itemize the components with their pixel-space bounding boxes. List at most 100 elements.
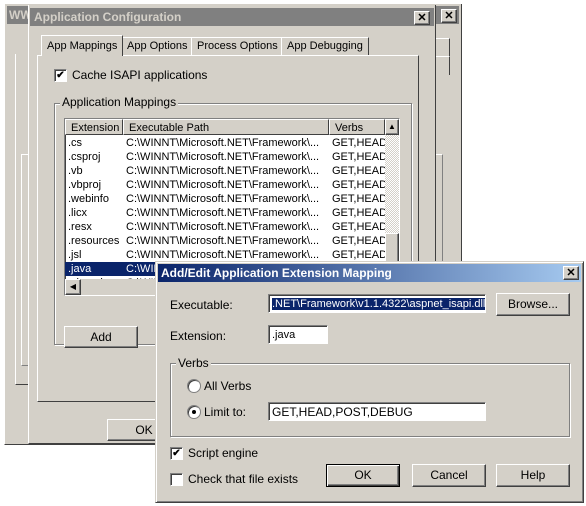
path-cell: C:\WINNT\Microsoft.NET\Framework\... — [126, 207, 320, 219]
tab-label: App Mappings — [47, 40, 118, 52]
verbs-cell: GET,HEAD — [332, 221, 388, 233]
verbs-cell: GET,HEAD — [332, 193, 388, 205]
executable-input[interactable]: .NET\Framework\v1.1.4322\aspnet_isapi.dl… — [268, 294, 486, 313]
tab-app-options[interactable]: App Options — [121, 37, 194, 55]
path-cell: C:\WINNT\Microsoft.NET\Framework\... — [126, 137, 320, 149]
verbs-cell: GET,HEAD — [332, 235, 388, 247]
verbs-group-label: Verbs — [176, 356, 211, 370]
path-cell: C:\WINNT\Microsoft.NET\Framework\... — [126, 235, 320, 247]
extension-mapping-titlebar: Add/Edit Application Extension Mapping — [158, 264, 581, 282]
mappings-rows: .cs C:\WINNT\Microsoft.NET\Framework\... G… — [65, 136, 399, 289]
list-item[interactable]: .vbproj C:\WINNT\Microsoft.NET\Framework\… — [65, 178, 399, 192]
cache-isapi-label: Cache ISAPI applications — [72, 68, 208, 82]
column-header-extension[interactable]: Extension — [65, 119, 123, 135]
list-item[interactable]: .vb C:\WINNT\Microsoft.NET\Framework\... G… — [65, 164, 399, 178]
verbs-cell: GET,HEAD — [332, 165, 388, 177]
extension-cell: .java — [68, 263, 92, 275]
limit-to-label: Limit to: — [204, 405, 247, 419]
verbs-cell: GET,HEAD — [332, 249, 388, 261]
app-config-title: Application Configuration — [34, 10, 182, 24]
verbs-cell: GET,HEAD — [332, 207, 388, 219]
tab-label: App Options — [127, 40, 188, 52]
checkmark-icon: ✔ — [172, 448, 181, 459]
app-config-close-button[interactable]: ✕ — [414, 11, 430, 25]
limit-to-value: GET,HEAD,POST,DEBUG — [272, 405, 413, 419]
limit-to-radio[interactable] — [187, 405, 201, 419]
background-window-close-button[interactable]: ✕ — [441, 9, 457, 23]
background-window-tab-edge — [435, 56, 450, 75]
executable-value: .NET\Framework\v1.1.4322\aspnet_isapi.dl… — [272, 298, 486, 310]
path-cell: C:\WINNT\Microsoft.NET\Framework\... — [126, 193, 320, 205]
extension-mapping-close-button[interactable]: ✕ — [563, 266, 579, 280]
radio-selected-dot — [192, 410, 196, 414]
browse-button-label: Browse... — [507, 297, 558, 311]
extension-input[interactable]: .java — [268, 325, 328, 344]
add-button-label: Add — [90, 330, 112, 344]
extension-cell: .resx — [68, 221, 92, 233]
extension-cell: .cs — [68, 137, 83, 149]
checkmark-icon: ✔ — [56, 70, 65, 81]
tab-process-options[interactable]: Process Options — [191, 37, 284, 55]
tab-label: App Debugging — [287, 40, 363, 52]
help-button-label: Help — [520, 468, 546, 482]
cancel-button-label: Cancel — [430, 468, 468, 482]
scroll-left-button[interactable]: ◀ — [65, 279, 81, 295]
extension-cell: .vb — [68, 165, 83, 177]
application-mappings-group-label: Application Mappings — [60, 95, 179, 109]
column-header-path[interactable]: Executable Path — [123, 119, 329, 135]
app-config-titlebar: Application Configuration — [30, 8, 434, 26]
column-header-verbs[interactable]: Verbs — [329, 119, 385, 135]
list-item[interactable]: .licx C:\WINNT\Microsoft.NET\Framework\..… — [65, 206, 399, 220]
close-icon: ✕ — [566, 267, 576, 279]
all-verbs-radio[interactable] — [187, 379, 201, 393]
verbs-cell: GET,HEAD — [332, 151, 388, 163]
script-engine-checkbox[interactable]: ✔ — [170, 447, 183, 460]
all-verbs-label: All Verbs — [204, 379, 252, 393]
executable-label: Executable: — [170, 298, 233, 312]
verbs-cell: GET,HEAD — [332, 137, 388, 149]
tab-app-mappings[interactable]: App Mappings — [41, 35, 124, 56]
extension-cell: .licx — [68, 207, 87, 219]
close-icon: ✕ — [417, 12, 427, 24]
extension-mapping-dialog: Add/Edit Application Extension Mapping ✕… — [155, 261, 584, 503]
list-item[interactable]: .resources C:\WINNT\Microsoft.NET\Framewo… — [65, 234, 399, 248]
scroll-up-button[interactable]: ▲ — [385, 119, 399, 135]
check-file-exists-checkbox[interactable] — [170, 473, 183, 486]
extension-value: .java — [272, 329, 296, 341]
path-cell: C:\WINNT\Microsoft.NET\Framework\... — [126, 249, 320, 261]
limit-to-input[interactable]: GET,HEAD,POST,DEBUG — [268, 402, 486, 421]
help-button[interactable]: Help — [496, 464, 570, 487]
add-button[interactable]: Add — [64, 326, 138, 348]
background-window-tab-edge — [435, 38, 450, 57]
path-cell: C:\WINNT\Microsoft.NET\Framework\... — [126, 221, 320, 233]
verbs-cell: GET,HEAD — [332, 179, 388, 191]
list-item[interactable]: .webinfo C:\WINNT\Microsoft.NET\Framework… — [65, 192, 399, 206]
tab-strip: App Mappings App Options Process Options… — [37, 35, 417, 57]
column-header-label: Verbs — [335, 122, 364, 134]
column-header-label: Extension — [71, 122, 120, 134]
close-icon: ✕ — [444, 10, 454, 22]
path-cell: C:\WINNT\Microsoft.NET\Framework\... — [126, 151, 320, 163]
script-engine-label: Script engine — [188, 446, 259, 460]
tab-app-debugging[interactable]: App Debugging — [281, 37, 369, 55]
ok-button[interactable]: OK — [326, 464, 400, 487]
arrow-up-icon: ▲ — [388, 122, 396, 131]
extension-cell: .resources — [68, 235, 120, 247]
path-cell: C:\WINNT\Microsoft.NET\Framework\... — [126, 179, 320, 191]
tab-label: Process Options — [197, 40, 278, 52]
arrow-left-icon: ◀ — [69, 282, 77, 291]
list-item[interactable]: .csproj C:\WINNT\Microsoft.NET\Framework\… — [65, 150, 399, 164]
browse-button[interactable]: Browse... — [496, 293, 570, 316]
verbs-group — [170, 363, 570, 437]
list-item[interactable]: .resx C:\WINNT\Microsoft.NET\Framework\..… — [65, 220, 399, 234]
extension-label: Extension: — [170, 329, 227, 343]
list-item[interactable]: .jsl C:\WINNT\Microsoft.NET\Framework\...… — [65, 248, 399, 262]
extension-cell: .csproj — [68, 151, 101, 163]
check-file-exists-label: Check that file exists — [188, 472, 299, 486]
cancel-button[interactable]: Cancel — [412, 464, 486, 487]
extension-cell: .vbproj — [68, 179, 102, 191]
list-item[interactable]: .cs C:\WINNT\Microsoft.NET\Framework\... G… — [65, 136, 399, 150]
vertical-scrollbar[interactable]: ▲ — [385, 119, 399, 279]
ok-button-label: OK — [354, 468, 372, 482]
cache-isapi-checkbox[interactable]: ✔ — [54, 69, 67, 82]
